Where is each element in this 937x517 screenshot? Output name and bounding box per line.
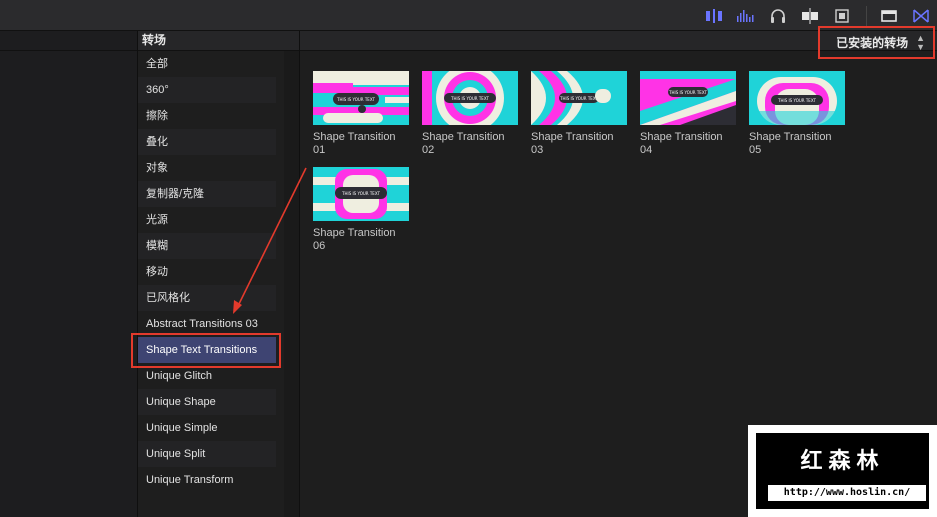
thumbnail-image: THIS IS YOUR TEXT xyxy=(531,71,627,125)
category-item-unique-split[interactable]: Unique Split xyxy=(138,441,276,467)
thumbnail-image: THIS IS YOUR TEXT xyxy=(422,71,518,125)
thumbnail-label: Shape Transition 06 xyxy=(313,227,396,252)
thumbnail-caption: THIS IS YOUR TEXT xyxy=(341,191,380,196)
transition-thumbnail[interactable]: THIS IS YOUR TEXT Shape Transition 06 xyxy=(313,167,410,253)
thumbnail-image: THIS IS YOUR TEXT xyxy=(313,167,409,221)
category-item-objects[interactable]: 对象 xyxy=(138,155,276,181)
category-item-lights[interactable]: 光源 xyxy=(138,207,276,233)
thumbnail-caption: THIS IS YOUR TEXT xyxy=(450,96,489,101)
category-item-dissolves[interactable]: 叠化 xyxy=(138,129,276,155)
transition-thumbnail[interactable]: THIS IS YOUR TEXT Shape Transition 03 xyxy=(531,71,628,157)
highlight-box-filter xyxy=(818,26,935,59)
filmstrip-icon[interactable] xyxy=(832,7,852,25)
transitions-icon[interactable] xyxy=(911,7,931,25)
thumbnail-label: Shape Transition 01 xyxy=(313,131,396,156)
category-item-stylized[interactable]: 已风格化 xyxy=(138,285,276,311)
category-item-blurs[interactable]: 模糊 xyxy=(138,233,276,259)
category-item-movements[interactable]: 移动 xyxy=(138,259,276,285)
highlight-box-selected-category xyxy=(131,333,281,368)
thumbnail-image: THIS IS YOUR TEXT xyxy=(313,71,409,125)
thumbnail-caption: THIS IS YOUR TEXT xyxy=(777,98,816,103)
watermark-logo: 红森林 http://www.hoslin.cn/ xyxy=(748,425,937,517)
thumbnail-label: Shape Transition 02 xyxy=(422,131,505,156)
transition-thumbnail[interactable]: THIS IS YOUR TEXT Shape Transition 01 xyxy=(313,71,410,157)
category-list: 全部 360° 擦除 叠化 对象 复制器/克隆 光源 模糊 移动 已风格化 Ab… xyxy=(138,51,299,493)
thumbnail-label: Shape Transition 05 xyxy=(749,131,832,156)
waveform-icon[interactable] xyxy=(736,7,756,25)
watermark-title: 红森林 xyxy=(800,449,885,474)
category-item-wipes[interactable]: 擦除 xyxy=(138,103,276,129)
transition-thumbnail[interactable]: THIS IS YOUR TEXT Shape Transition 02 xyxy=(422,71,519,157)
category-item-unique-transform[interactable]: Unique Transform xyxy=(138,467,276,493)
thumbnail-caption: THIS IS YOUR TEXT xyxy=(668,90,707,95)
thumbnail-caption: THIS IS YOUR TEXT xyxy=(559,96,598,101)
audio-meter-icon[interactable] xyxy=(704,7,724,25)
watermark-inner: 红森林 http://www.hoslin.cn/ xyxy=(756,433,929,509)
library-sidebar-header xyxy=(0,31,137,51)
window-icon[interactable] xyxy=(879,7,899,25)
thumbnail-caption: THIS IS YOUR TEXT xyxy=(336,97,375,102)
clip-skimming-icon[interactable] xyxy=(800,7,820,25)
category-header: 转场 xyxy=(138,31,299,51)
watermark-url: http://www.hoslin.cn/ xyxy=(768,485,926,501)
category-item-unique-simple[interactable]: Unique Simple xyxy=(138,415,276,441)
transition-thumbnail[interactable]: THIS IS YOUR TEXT Shape Transition 05 xyxy=(749,71,846,157)
thumbnail-label: Shape Transition 03 xyxy=(531,131,614,156)
category-scrollbar[interactable] xyxy=(284,51,299,517)
category-item-unique-shape[interactable]: Unique Shape xyxy=(138,389,276,415)
thumbnail-label: Shape Transition 04 xyxy=(640,131,723,156)
toolbar-icon-group xyxy=(692,6,937,26)
library-sidebar xyxy=(0,31,138,517)
category-item-replicator-clones[interactable]: 复制器/克隆 xyxy=(138,181,276,207)
thumbnail-image: THIS IS YOUR TEXT xyxy=(749,71,845,125)
top-toolbar xyxy=(0,0,937,31)
toolbar-divider xyxy=(866,6,867,26)
category-item-360[interactable]: 360° xyxy=(138,77,276,103)
transition-thumbnail[interactable]: THIS IS YOUR TEXT Shape Transition 04 xyxy=(640,71,737,157)
thumbnail-image: THIS IS YOUR TEXT xyxy=(640,71,736,125)
category-panel: 转场 全部 360° 擦除 叠化 对象 复制器/克隆 光源 模糊 移动 已风格化… xyxy=(138,31,300,517)
headphones-icon[interactable] xyxy=(768,7,788,25)
category-item-all[interactable]: 全部 xyxy=(138,51,276,77)
